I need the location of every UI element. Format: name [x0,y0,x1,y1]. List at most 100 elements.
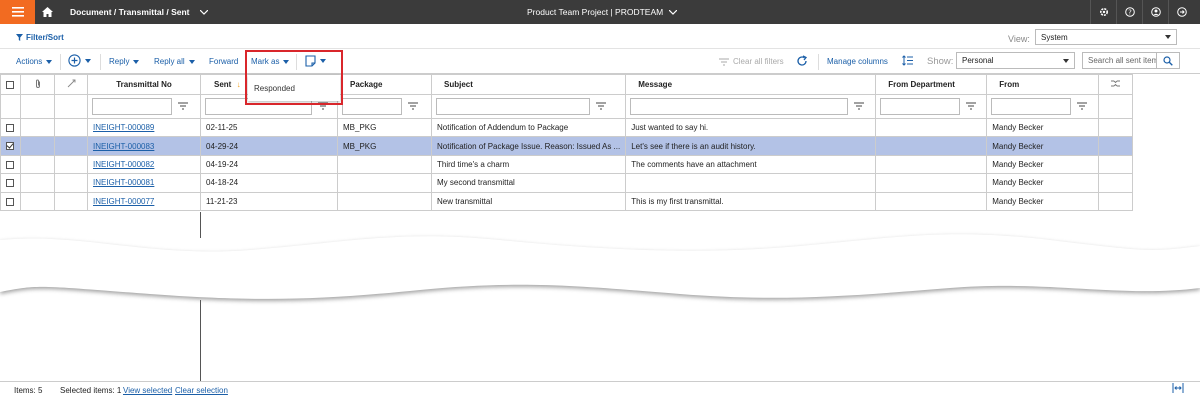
filter-input-package[interactable] [342,98,402,115]
row-checkbox[interactable] [6,142,14,151]
table-row[interactable]: INEIGHT-000081 04-18-24 My second transmit… [0,173,1134,193]
filter-icon[interactable] [966,101,977,112]
column-header-message[interactable]: Message [625,74,877,95]
filter-input-from[interactable] [991,98,1072,115]
transmittal-link[interactable]: INEIGHT-000083 [93,142,154,151]
message-cell: Just wanted to say hi. [625,117,877,138]
row-select-cell[interactable] [0,117,21,138]
package-cell: MB_PKG [337,117,432,138]
actions-button[interactable]: Actions [16,57,53,66]
actions-label: Actions [16,57,43,66]
reply-button[interactable]: Reply [109,57,140,66]
show-select-value: Personal [962,56,994,65]
link-cell [54,154,88,175]
show-select[interactable]: Personal [956,52,1075,69]
link-cell [54,136,88,156]
transmittal-link[interactable]: INEIGHT-000081 [93,178,154,187]
chevron-down-icon [320,59,326,63]
logout-icon[interactable] [1168,0,1194,24]
filter-sort-button[interactable]: Filter/Sort [16,33,64,42]
row-density-button[interactable] [902,55,913,66]
message-cell [625,173,877,193]
toolbar-divider [296,54,297,70]
search-placeholder: Search all sent items [1088,56,1157,65]
clear-filter-icon [719,58,729,65]
user-icon[interactable] [1142,0,1168,24]
mark-as-button[interactable]: Mark as [251,57,290,66]
clear-all-filters-button[interactable]: Clear all filters [719,57,784,66]
filter-icon[interactable] [596,101,606,112]
status-bar: Items: 5 Selected items: 1 View selected… [0,381,1200,395]
search-input[interactable]: Search all sent items [1082,52,1157,69]
row-checkbox[interactable] [6,160,14,169]
row-select-cell[interactable] [0,136,21,156]
transmittal-link[interactable]: INEIGHT-000089 [93,123,154,132]
filter-input-message[interactable] [630,98,849,115]
select-all-header[interactable] [0,74,21,95]
column-header-transmittal-no[interactable]: Transmittal No [87,74,201,95]
row-checkbox[interactable] [6,197,14,206]
filter-icon[interactable] [1077,101,1088,112]
row-checkbox[interactable] [6,179,14,188]
filter-icon[interactable] [318,101,328,112]
table-row[interactable]: INEIGHT-000089 02-11-25 MB_PKG Notification… [0,117,1134,138]
refresh-button[interactable] [796,55,808,67]
column-header-package[interactable]: Package [337,74,432,95]
row-select-cell[interactable] [0,173,21,193]
table-row[interactable]: INEIGHT-000083 04-29-24 MB_PKG Notification… [0,136,1134,156]
add-button[interactable] [68,54,91,67]
expand-panel-icon[interactable] [1172,383,1184,395]
row-select-cell[interactable] [0,191,21,211]
view-selected-link[interactable]: View selected [123,386,172,395]
row-end-cell [1098,173,1134,193]
from-department-cell [875,191,988,211]
table-row[interactable]: INEIGHT-000082 04-19-24 Third time's a cha… [0,154,1134,175]
hamburger-menu-icon[interactable] [0,0,35,24]
filter-input-from-department[interactable] [880,98,961,115]
from-cell: Mandy Becker [986,191,1100,211]
from-department-cell [875,154,988,175]
expand-columns-header[interactable] [1098,74,1134,95]
mark-as-label: Mark as [251,57,280,66]
message-cell: Let's see if there is an audit history. [625,136,877,156]
table-row[interactable]: INEIGHT-000077 11-21-23 New transmittal Thi… [0,191,1134,211]
from-department-cell [875,136,988,156]
search-button[interactable] [1157,52,1180,69]
filter-bar: Filter/Sort View: System [0,24,1200,49]
project-selector[interactable]: Product Team Project | PRODTEAM [527,7,678,17]
clear-selection-link[interactable]: Clear selection [175,386,228,395]
home-icon[interactable] [36,0,58,24]
column-header-subject[interactable]: Subject [430,74,627,95]
dropdown-option-responded[interactable]: Responded [254,84,295,93]
link-header[interactable] [54,74,88,95]
filter-icon[interactable] [178,101,188,112]
transmittal-link[interactable]: INEIGHT-000077 [93,197,154,206]
transmittal-no-cell: INEIGHT-000083 [87,136,201,156]
row-end-cell [1098,191,1134,211]
from-department-cell [875,117,988,138]
row-checkbox[interactable] [6,124,14,133]
filter-icon[interactable] [408,101,418,112]
filter-input-subject[interactable] [436,98,590,115]
row-select-cell[interactable] [0,154,21,175]
document-menu-button[interactable] [305,55,326,67]
forward-button[interactable]: Forward [209,57,238,66]
filter-cell [337,94,432,119]
manage-columns-button[interactable]: Manage columns [827,57,888,66]
filter-icon[interactable] [854,101,865,112]
breadcrumb[interactable]: Document / Transmittal / Sent [70,7,208,17]
reply-label: Reply [109,57,130,66]
help-icon[interactable]: ? [1116,0,1142,24]
column-header-from[interactable]: From [986,74,1100,95]
attachment-header[interactable] [20,74,55,95]
transmittal-link[interactable]: INEIGHT-000082 [93,160,154,169]
view-select-value: System [1041,32,1068,42]
column-header-from-department[interactable]: From Department [875,74,988,95]
sort-descending-icon: ↓ [236,80,241,89]
select-all-checkbox[interactable] [6,80,14,89]
reply-all-button[interactable]: Reply all [154,57,195,66]
settings-icon[interactable] [1090,0,1116,24]
link-cell [54,117,88,138]
view-select[interactable]: System [1035,29,1177,45]
filter-input-transmittal-no[interactable] [92,98,172,115]
